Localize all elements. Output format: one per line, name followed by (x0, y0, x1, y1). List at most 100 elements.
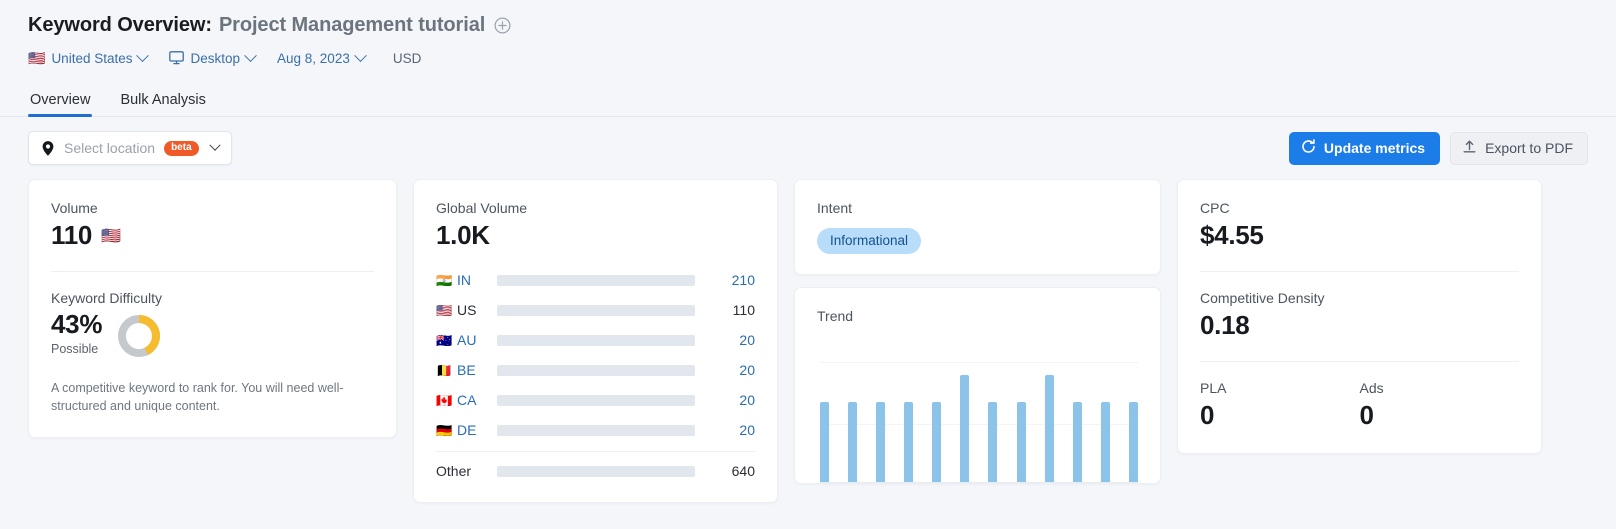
ads-value: 0 (1359, 400, 1374, 430)
trend-card: Trend (794, 287, 1161, 484)
trend-bar[interactable] (1044, 374, 1054, 482)
country-flag-icon: 🇩🇪 (436, 422, 453, 438)
global-volume-card: Global Volume 1.0K 🇮🇳 IN 210 🇺🇸 US 110 🇦🇺 AU 20 🇧… (413, 179, 778, 503)
trend-bar[interactable] (960, 374, 970, 482)
pla-label: PLA (1200, 380, 1227, 396)
tab-bulk-analysis[interactable]: Bulk Analysis (118, 92, 207, 117)
country-volume-value: 210 (731, 272, 755, 288)
country-code: BE (457, 362, 476, 378)
trend-bar[interactable] (848, 401, 858, 482)
trend-bar[interactable] (820, 401, 829, 482)
country-code: DE (457, 422, 477, 438)
trend-label: Trend (817, 308, 854, 324)
tab-bar: Overview Bulk Analysis (0, 83, 1616, 117)
country-bar-track (497, 364, 695, 376)
global-volume-row: 🇩🇪 DE 20 (436, 415, 755, 445)
tab-bar-underline (0, 116, 1616, 117)
country-flag-icon: 🇮🇳 (436, 272, 453, 288)
export-pdf-button[interactable]: Export to PDF (1450, 131, 1588, 165)
upload-icon (1462, 139, 1477, 157)
country-bar-track (497, 394, 695, 406)
toolbar: Select location beta Update metrics Expo… (0, 117, 1616, 165)
country-code: US (457, 302, 477, 318)
export-pdf-label: Export to PDF (1485, 140, 1573, 156)
plus-circle-icon[interactable] (494, 16, 511, 34)
country-label: United States (51, 50, 133, 66)
global-volume-label: Global Volume (436, 200, 528, 216)
intent-label: Intent (817, 200, 853, 216)
refresh-icon (1301, 139, 1316, 157)
title-row: Keyword Overview: Project Management tut… (28, 10, 1616, 40)
global-volume-row: 🇮🇳 IN 210 (436, 265, 755, 295)
global-volume-other-bar-track (497, 465, 695, 477)
trend-bars (820, 348, 1138, 482)
ads-label: Ads (1359, 380, 1384, 396)
global-volume-row: 🇧🇪 BE 20 (436, 355, 755, 385)
date-selector[interactable]: Aug 8, 2023 (277, 48, 367, 66)
trend-bar[interactable] (932, 401, 942, 482)
pla-metric: PLA 0 (1200, 380, 1360, 431)
currency-label: USD (392, 50, 422, 66)
global-volume-other-value: 640 (731, 463, 755, 479)
cpc-card: CPC $4.55 Competitive Density 0.18 PLA 0… (1177, 179, 1542, 454)
trend-bar[interactable] (1128, 401, 1138, 482)
tab-overview[interactable]: Overview (28, 92, 93, 117)
update-metrics-label: Update metrics (1323, 140, 1426, 156)
volume-value: 110 (51, 220, 93, 250)
metrics-grid: Volume 110 🇺🇸 Keyword Difficulty 43% Pos… (0, 165, 1616, 503)
keyword-difficulty-row: 43% Possible (51, 310, 374, 364)
keyword-difficulty-label: Keyword Difficulty (51, 290, 163, 306)
global-volume-row: 🇨🇦 CA 20 (436, 385, 755, 415)
divider (51, 271, 374, 272)
country-volume-value: 20 (739, 362, 755, 378)
divider (1200, 271, 1519, 272)
chevron-down-icon (208, 139, 221, 151)
location-pin-icon (40, 140, 56, 157)
column-volume: Volume 110 🇺🇸 Keyword Difficulty 43% Pos… (28, 179, 397, 439)
date-label: Aug 8, 2023 (277, 50, 350, 66)
trend-bar[interactable] (876, 401, 886, 482)
trend-bar[interactable] (1016, 401, 1026, 482)
trend-bar[interactable] (1100, 401, 1110, 482)
location-select[interactable]: Select location beta (28, 131, 232, 165)
country-flag-icon: 🇨🇦 (436, 392, 453, 408)
global-volume-row: 🇦🇺 AU 20 (436, 325, 755, 355)
competitive-density-label: Competitive Density (1200, 290, 1325, 306)
divider (436, 451, 755, 452)
country-flag-icon: 🇺🇸 (28, 50, 46, 66)
intent-card: Intent Informational (794, 179, 1161, 275)
ads-metric: Ads 0 (1360, 380, 1520, 431)
toolbar-actions: Update metrics Export to PDF (1288, 131, 1588, 165)
global-volume-country-list: 🇮🇳 IN 210 🇺🇸 US 110 🇦🇺 AU 20 🇧🇪 BE 20 🇨🇦 CA 20 🇩🇪 DE 20 (436, 265, 755, 445)
country-code: AU (457, 332, 477, 348)
trend-bar[interactable] (904, 401, 914, 482)
volume-country-flag-icon: 🇺🇸 (101, 227, 121, 245)
volume-value-row: 110 🇺🇸 (51, 220, 374, 251)
trend-bar[interactable] (1072, 401, 1082, 482)
country-bar-track (497, 424, 695, 436)
global-volume-other-row: Other 640 (436, 456, 755, 486)
device-label: Desktop (190, 50, 241, 66)
global-volume-row: 🇺🇸 US 110 (436, 295, 755, 325)
cpc-value: $4.55 (1200, 220, 1264, 250)
country-volume-value: 20 (739, 392, 755, 408)
chevron-down-icon (136, 48, 150, 62)
country-selector[interactable]: 🇺🇸 United States (28, 48, 150, 66)
global-volume-other-label: Other (436, 463, 472, 479)
country-flag-icon: 🇦🇺 (436, 332, 453, 348)
update-metrics-button[interactable]: Update metrics (1288, 131, 1441, 165)
trend-bar[interactable] (988, 401, 998, 482)
column-global-volume: Global Volume 1.0K 🇮🇳 IN 210 🇺🇸 US 110 🇦🇺 AU 20 🇧… (413, 179, 778, 503)
pla-value: 0 (1200, 400, 1215, 430)
chevron-down-icon (244, 48, 257, 62)
chevron-down-icon (353, 48, 367, 62)
column-intent-trend: Intent Informational Trend (794, 179, 1161, 484)
country-bar-track (497, 274, 695, 286)
device-selector[interactable]: Desktop (169, 48, 257, 66)
intent-badge[interactable]: Informational (817, 228, 922, 254)
country-flag-icon: 🇺🇸 (436, 302, 453, 318)
page-title: Keyword Overview: (28, 13, 212, 36)
monitor-icon (169, 51, 185, 65)
trend-chart (820, 348, 1138, 483)
divider (1200, 361, 1519, 362)
